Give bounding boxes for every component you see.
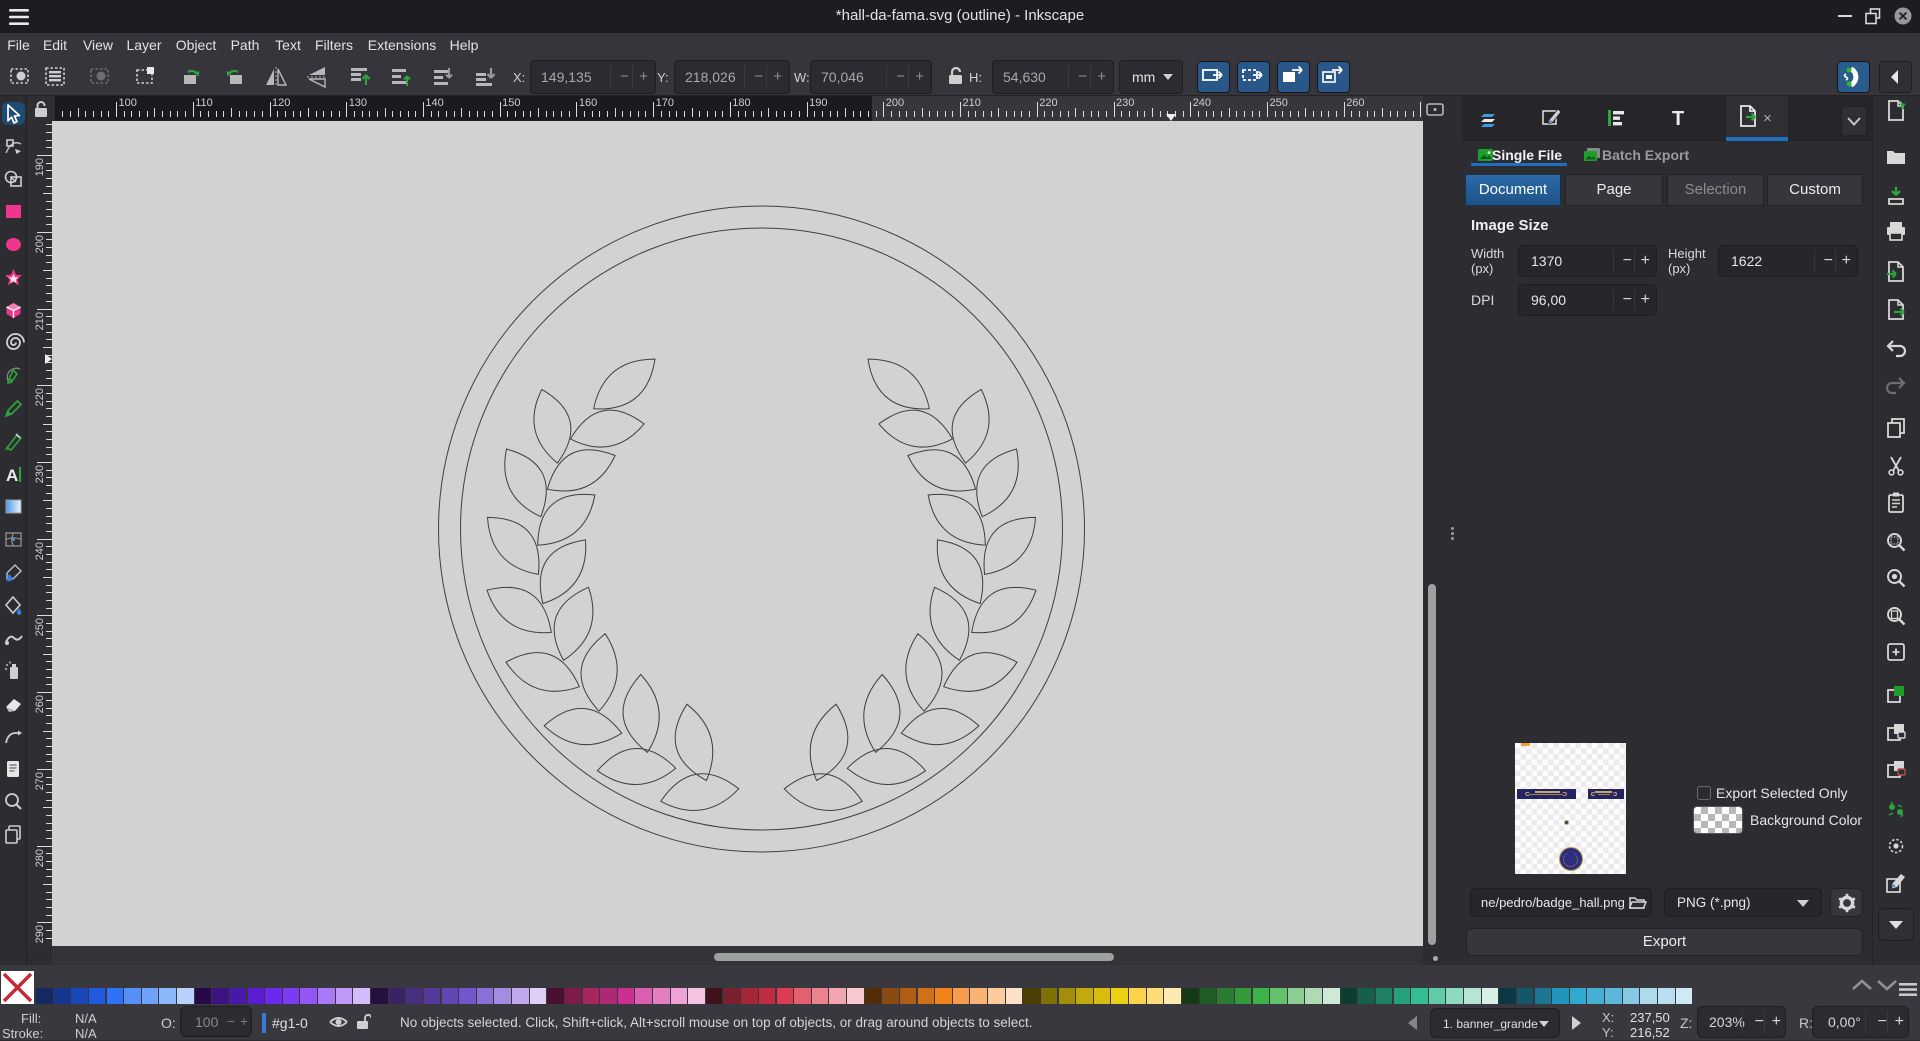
svg-text:A: A — [6, 466, 18, 485]
